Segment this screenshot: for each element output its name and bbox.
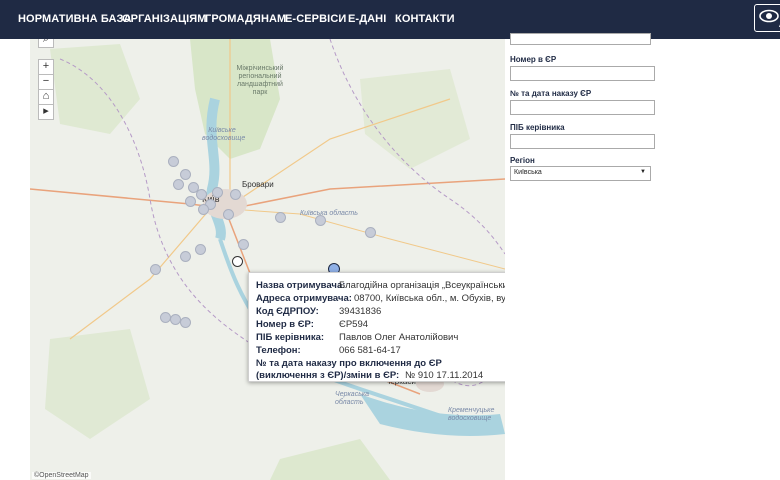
map-marker[interactable]: [223, 209, 234, 220]
recipient-address-label: Адреса отримувача:: [256, 293, 352, 304]
phone-value: 066 581-64-17: [339, 345, 401, 356]
map[interactable]: ⌕ + − ⌂ ▸ Міжрічинський регіональний лан…: [30, 39, 505, 480]
map-marker[interactable]: [275, 212, 286, 223]
map-marker[interactable]: [365, 227, 376, 238]
recipient-name-label: Назва отримувача:: [256, 280, 346, 291]
map-search-icon[interactable]: ⌕: [38, 39, 54, 48]
nav-organizations[interactable]: ОРГАНІЗАЦІЯМ: [122, 13, 207, 25]
map-label-brovary: Бровари: [242, 180, 274, 189]
map-marker[interactable]: [180, 317, 191, 328]
nav-citizens[interactable]: ГРОМАДЯНАМ: [205, 13, 286, 25]
map-marker[interactable]: [196, 189, 207, 200]
nav-e-services[interactable]: Е-СЕРВІСИ: [285, 13, 346, 25]
map-label-cherkasy-oblast: Черкаська область: [335, 391, 370, 406]
order-label-line1: № та дата наказу про включення до ЄР: [256, 358, 442, 369]
map-label-kremenchuk: Кременчуцьке водосховище: [448, 407, 495, 422]
edrpou-label: Код ЄДРПОУ:: [256, 306, 319, 317]
filter-input-top[interactable]: [510, 33, 651, 45]
map-marker[interactable]: [212, 187, 223, 198]
map-marker[interactable]: [315, 215, 326, 226]
order-value: № 910 17.11.2014: [405, 370, 484, 381]
map-marker[interactable]: [180, 251, 191, 262]
filter-order-label: № та дата наказу ЄР: [510, 89, 592, 98]
filter-region-label: Регіон: [510, 156, 535, 165]
top-navigation: НОРМАТИВНА БАЗА ОРГАНІЗАЦІЯМ ГРОМАДЯНАМ …: [0, 0, 780, 39]
map-label-park: Міжрічинський регіональний ландшафтний п…: [236, 65, 284, 96]
filter-order-input[interactable]: [510, 100, 655, 115]
map-marker[interactable]: [180, 169, 191, 180]
er-number-label: Номер в ЄР:: [256, 319, 314, 330]
map-base-layer: [30, 39, 505, 480]
filter-er-number-input[interactable]: [510, 66, 655, 81]
order-label-line2: (виключення з ЄР)/зміни в ЄР:: [256, 370, 400, 381]
filter-region-value: Київська: [514, 169, 542, 176]
head-value: Павлов Олег Анатолійович: [339, 332, 459, 343]
accessibility-button[interactable]: A: [754, 4, 780, 32]
zoom-in-button[interactable]: +: [38, 59, 54, 75]
map-marker[interactable]: [195, 244, 206, 255]
phone-label: Телефон:: [256, 345, 301, 356]
map-marker[interactable]: [150, 264, 161, 275]
map-attribution[interactable]: ©OpenStreetMap: [32, 472, 91, 479]
map-marker[interactable]: [173, 179, 184, 190]
map-label-oblast: Київська область: [300, 210, 358, 217]
filter-head-label: ПІБ керівника: [510, 123, 565, 132]
map-marker-open[interactable]: [232, 256, 243, 267]
map-marker[interactable]: [168, 156, 179, 167]
map-label-reservoir: Київське водосховище: [202, 127, 246, 142]
filter-er-number-label: Номер в ЄР: [510, 55, 557, 64]
zoom-out-button[interactable]: −: [38, 74, 54, 90]
map-marker[interactable]: [198, 204, 209, 215]
chevron-down-icon: ▼: [640, 169, 646, 175]
next-extent-button[interactable]: ▸: [38, 104, 54, 120]
nav-e-data[interactable]: Е-ДАНІ: [348, 13, 386, 25]
er-number-value: ЄР594: [339, 319, 369, 330]
eye-icon: [759, 9, 779, 23]
edrpou-value: 39431836: [339, 306, 382, 317]
map-marker[interactable]: [238, 239, 249, 250]
map-marker[interactable]: [230, 189, 241, 200]
filter-region-select[interactable]: Київська ▼: [510, 166, 651, 181]
nav-contacts[interactable]: КОНТАКТИ: [395, 13, 455, 25]
map-marker[interactable]: [185, 196, 196, 207]
home-extent-button[interactable]: ⌂: [38, 89, 54, 105]
filter-head-input[interactable]: [510, 134, 655, 149]
head-label: ПІБ керівника:: [256, 332, 325, 343]
nav-normative-base[interactable]: НОРМАТИВНА БАЗА: [18, 13, 132, 25]
